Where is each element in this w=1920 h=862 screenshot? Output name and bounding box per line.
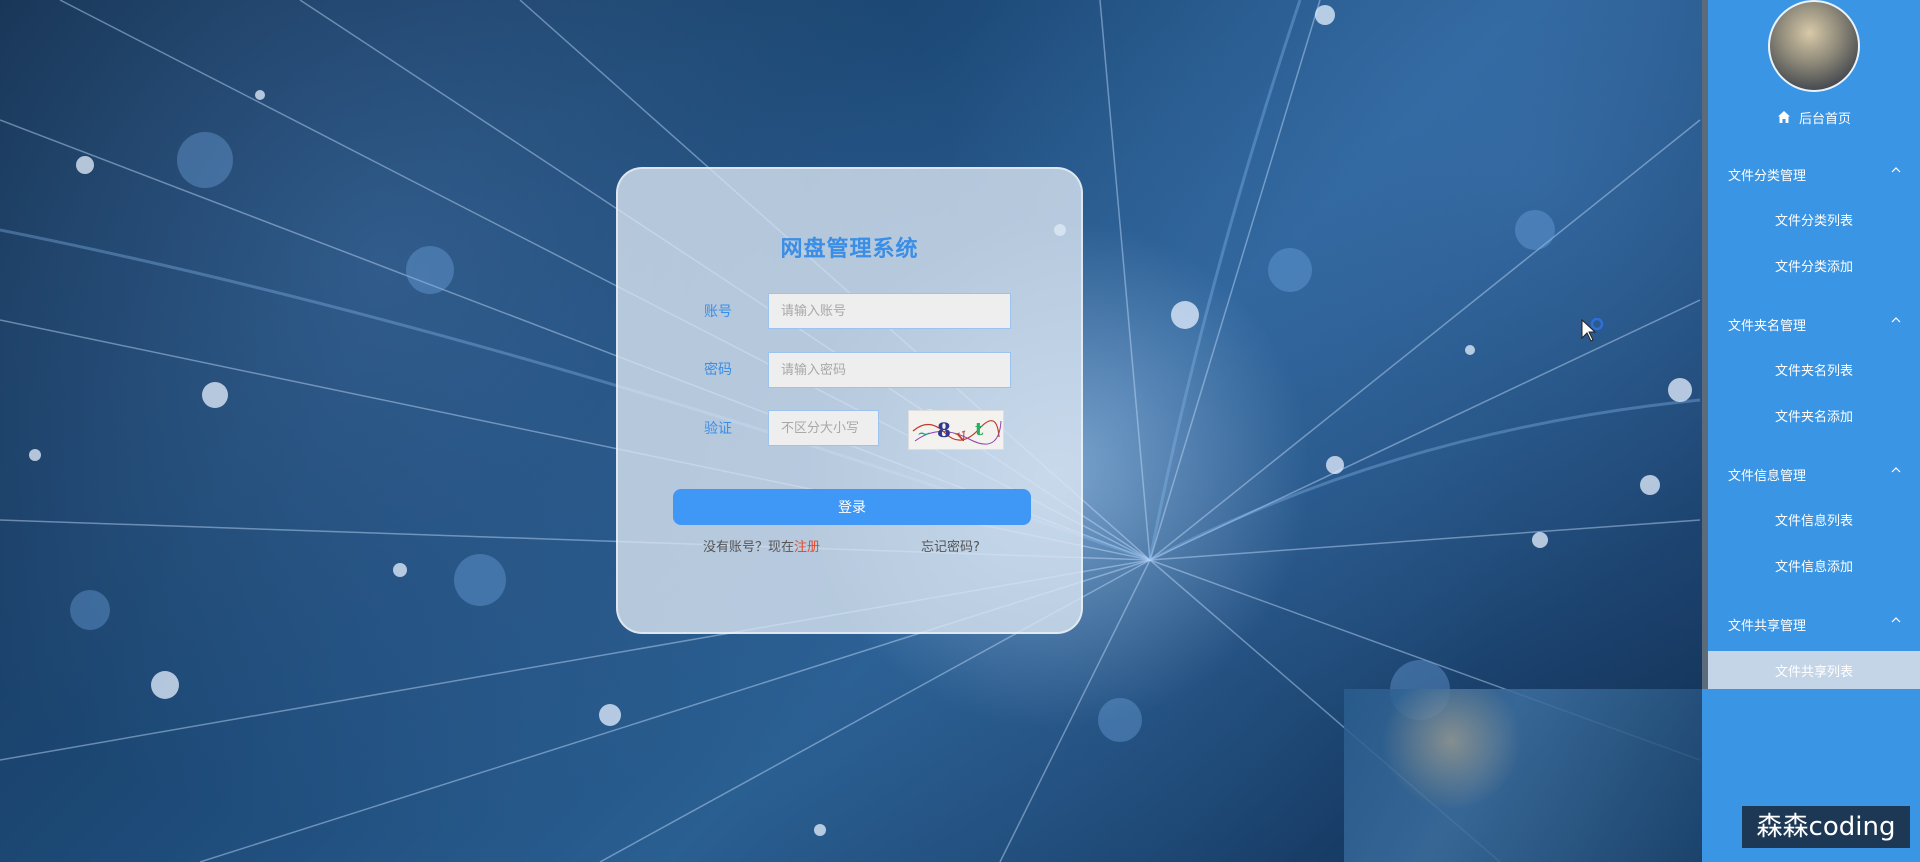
account-label: 账号: [704, 304, 732, 320]
register-link[interactable]: 注册: [794, 540, 820, 555]
sidebar-item-file-info-list[interactable]: 文件信息列表: [1708, 511, 1920, 533]
password-label: 密码: [704, 362, 732, 378]
forgot-password-link[interactable]: 忘记密码?: [921, 536, 980, 555]
login-page: 网盘管理系统 账号 密码 验证 ~ 8 v t 登录 没有账号？现在注册 忘记密…: [0, 0, 1920, 862]
login-button[interactable]: 登录: [673, 489, 1031, 525]
chevron-up-icon: [1891, 617, 1901, 623]
chevron-up-icon: [1891, 467, 1901, 473]
svg-text:~: ~: [917, 424, 930, 443]
menu-group-label: 文件信息管理: [1728, 469, 1807, 484]
menu-group-label: 文件共享管理: [1728, 619, 1807, 634]
password-input[interactable]: [768, 352, 1011, 388]
menu-group-file-share[interactable]: 文件共享管理: [1708, 612, 1920, 636]
sidebar-item-home-label: 后台首页: [1798, 111, 1851, 127]
menu-group-label: 文件分类管理: [1728, 169, 1807, 184]
sidebar-item-file-info-add[interactable]: 文件信息添加: [1708, 557, 1920, 579]
home-icon: [1777, 111, 1790, 123]
svg-text:t: t: [975, 419, 984, 440]
captcha-input[interactable]: [768, 410, 879, 446]
captcha-label: 验证: [704, 421, 732, 437]
avatar[interactable]: [1768, 0, 1860, 92]
login-title: 网盘管理系统: [780, 237, 919, 262]
sidebar-item-category-add[interactable]: 文件分类添加: [1708, 257, 1920, 279]
cursor-icon: [1581, 318, 1604, 342]
chevron-up-icon: [1891, 317, 1901, 323]
account-input[interactable]: [768, 293, 1011, 329]
blurred-overlay: [1344, 689, 1702, 862]
register-prompt: 没有账号？现在注册: [703, 536, 820, 555]
sidebar-item-home[interactable]: 后台首页: [1708, 106, 1920, 128]
sidebar-item-category-list[interactable]: 文件分类列表: [1708, 211, 1920, 233]
sidebar-item-folder-add[interactable]: 文件夹名添加: [1708, 407, 1920, 429]
register-prompt-text: 没有账号？现在: [703, 540, 795, 555]
menu-group-folder[interactable]: 文件夹名管理: [1708, 312, 1920, 336]
chevron-up-icon: [1891, 167, 1901, 173]
watermark: 森森coding: [1742, 806, 1910, 848]
sidebar-item-folder-list[interactable]: 文件夹名列表: [1708, 361, 1920, 383]
menu-group-file-info[interactable]: 文件信息管理: [1708, 462, 1920, 486]
svg-text:8: 8: [937, 418, 951, 442]
captcha-image[interactable]: ~ 8 v t: [908, 410, 1004, 450]
menu-group-file-category[interactable]: 文件分类管理: [1708, 162, 1920, 186]
menu-group-label: 文件夹名管理: [1728, 319, 1807, 334]
login-card: 网盘管理系统 账号 密码 验证 ~ 8 v t 登录 没有账号？现在注册 忘记密…: [616, 167, 1083, 634]
svg-text:v: v: [952, 424, 970, 448]
